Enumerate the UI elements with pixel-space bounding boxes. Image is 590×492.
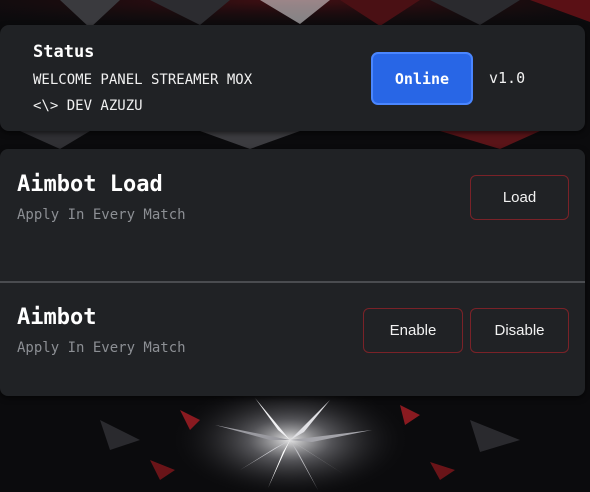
aimbot-title: Aimbot xyxy=(17,305,97,330)
status-title: Status xyxy=(33,42,95,62)
enable-button[interactable]: Enable xyxy=(363,308,463,353)
disable-button[interactable]: Disable xyxy=(470,308,569,353)
section-divider xyxy=(0,281,585,283)
aimbot-subtitle: Apply In Every Match xyxy=(17,340,186,356)
load-button[interactable]: Load xyxy=(470,175,569,220)
welcome-text: WELCOME PANEL STREAMER MOX xyxy=(33,72,253,88)
version-label: v1.0 xyxy=(489,69,526,87)
aimbot-load-subtitle: Apply In Every Match xyxy=(17,207,186,223)
online-status-button[interactable]: Online xyxy=(371,52,473,105)
aimbot-load-title: Aimbot Load xyxy=(17,172,163,197)
developer-credit: <\> DEV AZUZU xyxy=(33,98,143,114)
